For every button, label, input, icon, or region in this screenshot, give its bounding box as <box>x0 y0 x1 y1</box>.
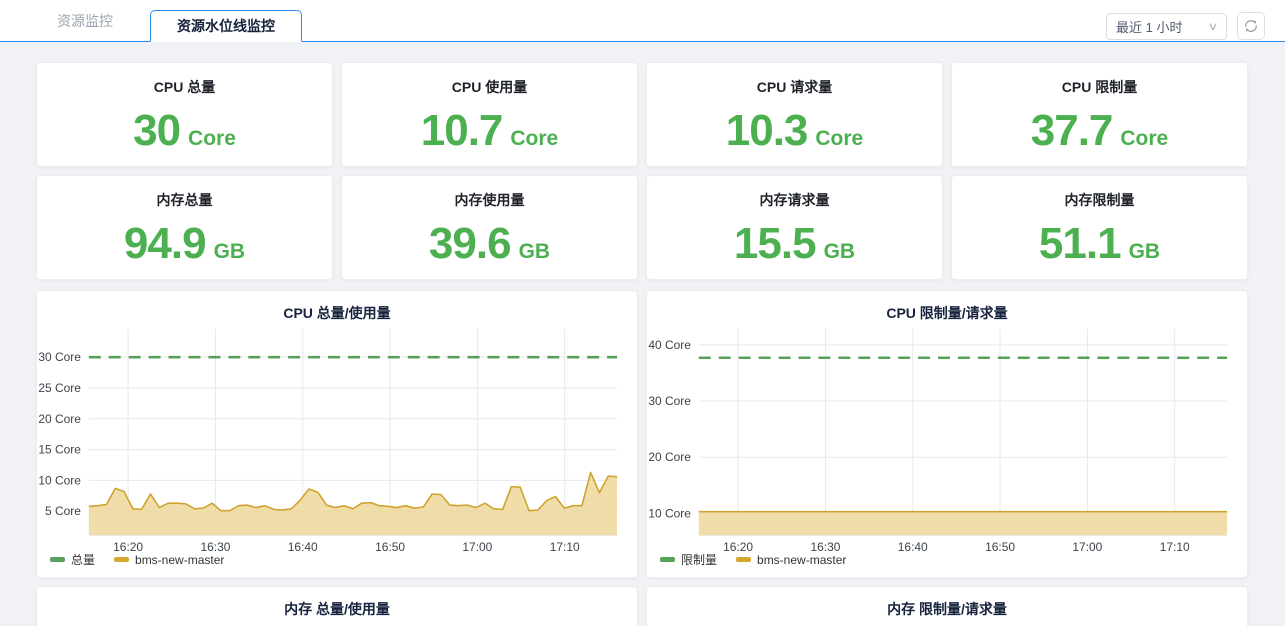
svg-text:17:00: 17:00 <box>1072 540 1102 554</box>
stat-unit: GB <box>824 240 856 264</box>
stat-card-mem-request: 内存请求量 15.5 GB <box>646 175 943 280</box>
svg-text:16:50: 16:50 <box>985 540 1015 554</box>
stat-title: CPU 使用量 <box>342 77 637 97</box>
svg-text:10 Core: 10 Core <box>648 506 691 520</box>
chart-legend: 总量 bms-new-master <box>50 551 224 568</box>
stat-card-cpu-total: CPU 总量 30 Core <box>36 62 333 167</box>
svg-text:10 Core: 10 Core <box>38 473 81 487</box>
chart-card-cpu-total-usage: CPU 总量/使用量 5 Core 10 Core 15 Core 20 Core 25… <box>36 290 638 578</box>
stat-card-cpu-request: CPU 请求量 10.3 Core <box>646 62 943 167</box>
legend-label: bms-new-master <box>135 553 224 567</box>
stat-title: CPU 总量 <box>37 77 332 97</box>
stat-value: 10.3 <box>726 109 808 153</box>
chart-title: 内存 总量/使用量 <box>37 587 637 619</box>
stat-unit: GB <box>519 240 551 264</box>
svg-text:30 Core: 30 Core <box>38 350 81 364</box>
stat-value: 15.5 <box>734 222 816 266</box>
legend-chip-yellow <box>736 557 751 562</box>
chart-title: CPU 总量/使用量 <box>37 291 637 323</box>
stat-title: 内存请求量 <box>647 190 942 210</box>
chart-title: 内存 限制量/请求量 <box>647 587 1247 619</box>
legend-chip-yellow <box>114 557 129 562</box>
dashboard-content: CPU 总量 30 Core CPU 使用量 10.7 Core CPU 请求量… <box>0 42 1285 626</box>
legend-label: 总量 <box>71 551 95 568</box>
memory-stat-row: 内存总量 94.9 GB 内存使用量 39.6 GB 内存请求量 15.5 GB <box>36 175 1248 280</box>
legend-chip-green <box>50 557 65 562</box>
cpu-chart-row: CPU 总量/使用量 5 Core 10 Core 15 Core 20 Core 25… <box>36 290 1248 578</box>
svg-text:17:10: 17:10 <box>550 540 580 554</box>
stat-title: CPU 限制量 <box>952 77 1247 97</box>
legend-label: 限制量 <box>681 551 717 568</box>
stat-card-cpu-usage: CPU 使用量 10.7 Core <box>341 62 638 167</box>
stat-title: 内存总量 <box>37 190 332 210</box>
stat-unit: Core <box>188 127 236 151</box>
svg-text:16:40: 16:40 <box>898 540 928 554</box>
svg-text:5 Core: 5 Core <box>45 504 81 518</box>
svg-text:30 Core: 30 Core <box>648 394 691 408</box>
svg-text:17:10: 17:10 <box>1160 540 1190 554</box>
stat-unit: Core <box>1120 127 1168 151</box>
stat-title: 内存限制量 <box>952 190 1247 210</box>
cpu-total-usage-chart: 5 Core 10 Core 15 Core 20 Core 25 Core 30 Cor… <box>37 291 637 577</box>
tab-resource-waterline-monitor[interactable]: 资源水位线监控 <box>150 10 302 42</box>
time-range-value: 最近 1 小时 <box>1116 17 1182 36</box>
resource-waterline-dashboard: 资源监控 资源水位线监控 最近 1 小时 ∨ <box>0 0 1285 626</box>
chevron-down-icon: ∨ <box>1207 20 1218 33</box>
stat-card-mem-total: 内存总量 94.9 GB <box>36 175 333 280</box>
legend-item-total[interactable]: 总量 <box>50 551 95 568</box>
svg-text:17:00: 17:00 <box>462 540 492 554</box>
cpu-stat-row: CPU 总量 30 Core CPU 使用量 10.7 Core CPU 请求量… <box>36 62 1248 167</box>
stat-unit: Core <box>815 127 863 151</box>
chart-legend: 限制量 bms-new-master <box>660 551 846 568</box>
chart-card-mem-total-usage: 内存 总量/使用量 <box>36 586 638 626</box>
stat-title: CPU 请求量 <box>647 77 942 97</box>
refresh-icon <box>1243 18 1259 34</box>
stat-value: 51.1 <box>1039 222 1121 266</box>
chart-card-mem-limit-request: 内存 限制量/请求量 <box>646 586 1248 626</box>
svg-text:20 Core: 20 Core <box>38 412 81 426</box>
stat-value: 94.9 <box>124 222 206 266</box>
cpu-limit-request-chart: 10 Core20 Core30 Core40 Core16:2016:3016… <box>647 291 1247 577</box>
svg-text:16:40: 16:40 <box>288 540 318 554</box>
stat-title: 内存使用量 <box>342 190 637 210</box>
stat-card-mem-limit: 内存限制量 51.1 GB <box>951 175 1248 280</box>
stat-value: 10.7 <box>421 109 503 153</box>
stat-value: 37.7 <box>1031 109 1113 153</box>
stat-value: 30 <box>133 109 180 153</box>
svg-text:40 Core: 40 Core <box>648 338 691 352</box>
tab-resource-monitor[interactable]: 资源监控 <box>57 11 113 31</box>
legend-item-bms-new-master[interactable]: bms-new-master <box>114 553 224 567</box>
svg-text:20 Core: 20 Core <box>648 450 691 464</box>
time-range-select[interactable]: 最近 1 小时 ∨ <box>1106 13 1227 40</box>
svg-text:15 Core: 15 Core <box>38 443 81 457</box>
stat-card-cpu-limit: CPU 限制量 37.7 Core <box>951 62 1248 167</box>
svg-text:25 Core: 25 Core <box>38 381 81 395</box>
legend-item-limit[interactable]: 限制量 <box>660 551 717 568</box>
chart-card-cpu-limit-request: CPU 限制量/请求量 10 Core 20 Core 30 Core 40 Core… <box>646 290 1248 578</box>
stat-value: 39.6 <box>429 222 511 266</box>
header-controls: 最近 1 小时 ∨ <box>1106 12 1265 40</box>
svg-text:16:50: 16:50 <box>375 540 405 554</box>
chart-title: CPU 限制量/请求量 <box>647 291 1247 323</box>
refresh-button[interactable] <box>1237 12 1265 40</box>
memory-chart-row: 内存 总量/使用量 内存 限制量/请求量 <box>36 586 1248 626</box>
stat-unit: Core <box>510 127 558 151</box>
stat-card-mem-usage: 内存使用量 39.6 GB <box>341 175 638 280</box>
stat-unit: GB <box>214 240 246 264</box>
tab-bar: 资源监控 资源水位线监控 最近 1 小时 ∨ <box>0 0 1285 42</box>
legend-chip-green <box>660 557 675 562</box>
stat-unit: GB <box>1129 240 1161 264</box>
legend-label: bms-new-master <box>757 553 846 567</box>
legend-item-bms-new-master[interactable]: bms-new-master <box>736 553 846 567</box>
